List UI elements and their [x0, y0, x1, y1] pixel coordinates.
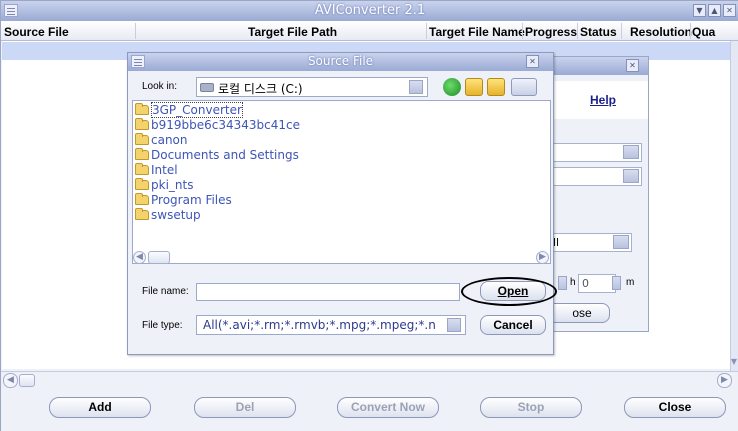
view-menu-icon[interactable] [511, 78, 537, 96]
list-item[interactable]: canon [135, 133, 188, 148]
column-divider[interactable] [522, 23, 523, 39]
close-icon[interactable]: ✕ [626, 59, 639, 72]
close-icon[interactable]: ✕ [526, 55, 539, 68]
dropdown-arrow-icon[interactable] [623, 145, 639, 159]
scroll-left-icon[interactable]: ◀ [133, 251, 146, 264]
new-folder-icon[interactable] [487, 78, 505, 96]
list-item[interactable]: Program Files [135, 193, 232, 208]
time-spinners: h 0 m [546, 273, 646, 293]
file-type-label: File type: [142, 320, 183, 331]
open-button-highlight [461, 277, 557, 306]
list-item[interactable]: 3GP_Converter [135, 102, 243, 118]
button-bar: Add Del Convert Now Stop Close [1, 388, 738, 431]
column-target-file-path[interactable]: Target File Path [248, 25, 337, 39]
folder-list-scrollbar[interactable]: ◀ ▶ [132, 251, 551, 265]
column-divider[interactable] [135, 23, 136, 39]
cancel-button[interactable]: Cancel [480, 315, 546, 335]
minute-label: m [626, 277, 635, 288]
look-in-label: Look in: [142, 81, 178, 92]
close-icon[interactable]: ✕ [723, 4, 736, 17]
folder-icon [135, 178, 149, 190]
column-target-file-name[interactable]: Target File Name [429, 25, 525, 39]
options-field-1[interactable] [546, 143, 642, 162]
scroll-thumb[interactable] [19, 374, 35, 387]
main-title-bar[interactable]: AVIConverter 2.1 ▼ ▲ ✕ [1, 1, 738, 21]
list-item[interactable]: pki_nts [135, 178, 193, 193]
vertical-scrollbar[interactable]: ▼ [730, 41, 738, 371]
look-in-combo[interactable]: 로컬 디스크 (C:) [196, 77, 428, 97]
options-combo[interactable]: ll [546, 233, 632, 252]
help-link[interactable]: Help [590, 93, 616, 107]
options-dialog: ✕ Help ll h 0 m ose [544, 56, 649, 332]
dropdown-arrow-icon[interactable] [613, 235, 629, 249]
del-button[interactable]: Del [194, 397, 296, 418]
column-quality[interactable]: Qua [692, 25, 715, 39]
dropdown-arrow-icon[interactable] [447, 318, 461, 332]
column-divider[interactable] [426, 23, 427, 39]
up-folder-icon[interactable] [465, 78, 483, 96]
close-button[interactable]: Close [624, 397, 726, 418]
column-divider[interactable] [577, 23, 578, 39]
column-divider[interactable] [690, 23, 691, 39]
column-status[interactable]: Status [580, 25, 617, 39]
folder-list[interactable]: 3GP_Converter b919bbe6c34343bc41ce canon… [132, 100, 551, 264]
column-header: Source File Target File Path Target File… [1, 21, 738, 41]
scroll-right-icon[interactable]: ▶ [717, 373, 732, 388]
file-name-input[interactable] [196, 283, 460, 301]
file-name-label: File name: [142, 286, 189, 297]
hour-field[interactable]: 0 [578, 274, 616, 293]
folder-icon [135, 133, 149, 145]
options-field-2[interactable] [546, 167, 642, 186]
minimize-icon[interactable]: ▼ [693, 4, 706, 17]
spin-icon[interactable] [612, 276, 621, 290]
maximize-icon[interactable]: ▲ [708, 4, 721, 17]
scroll-right-icon[interactable]: ▶ [536, 251, 549, 264]
scroll-left-icon[interactable]: ◀ [3, 373, 18, 388]
scroll-down-icon[interactable]: ▼ [730, 357, 738, 369]
column-source-file[interactable]: Source File [4, 25, 69, 39]
help-panel: Help [546, 81, 648, 119]
convert-now-button[interactable]: Convert Now [337, 397, 439, 418]
hour-value: 0 [582, 277, 589, 290]
dropdown-arrow-icon[interactable] [623, 169, 639, 183]
source-file-dialog-title: Source File [307, 54, 374, 68]
folder-icon [135, 118, 149, 130]
folder-icon [135, 208, 149, 220]
folder-icon [135, 148, 149, 160]
source-file-dialog: Source File ✕ Look in: 로컬 디스크 (C:) 3GP_C… [127, 52, 554, 355]
column-divider[interactable] [621, 23, 622, 39]
options-dialog-title-bar[interactable]: ✕ [546, 57, 648, 75]
column-progress[interactable]: Progress [525, 25, 577, 39]
horizontal-scrollbar[interactable]: ◀ ▶ [1, 371, 738, 388]
spin-icon[interactable] [558, 276, 567, 290]
folder-icon [135, 163, 149, 175]
file-type-combo[interactable]: All(*.avi;*.rm;*.rmvb;*.mpg;*.mpeg;*.n [196, 315, 466, 335]
scroll-thumb[interactable] [148, 251, 170, 264]
app-title: AVIConverter 2.1 [314, 3, 426, 18]
list-item[interactable]: Documents and Settings [135, 148, 299, 163]
list-item[interactable]: swsetup [135, 208, 201, 223]
drive-icon [200, 83, 214, 92]
dropdown-arrow-icon[interactable] [409, 80, 423, 94]
list-item[interactable]: Intel [135, 163, 178, 178]
back-icon[interactable] [443, 78, 461, 96]
hour-label: h [570, 277, 576, 288]
look-in-value: 로컬 디스크 (C:) [218, 82, 303, 96]
source-file-dialog-title-bar[interactable]: Source File ✕ [128, 53, 553, 71]
list-item[interactable]: b919bbe6c34343bc41ce [135, 118, 300, 133]
add-button[interactable]: Add [49, 397, 151, 418]
folder-icon [135, 103, 149, 115]
file-type-value: All(*.avi;*.rm;*.rmvb;*.mpg;*.mpeg;*.n [203, 318, 436, 332]
column-resolution[interactable]: Resolution [630, 25, 692, 39]
folder-icon [135, 193, 149, 205]
stop-button[interactable]: Stop [480, 397, 582, 418]
